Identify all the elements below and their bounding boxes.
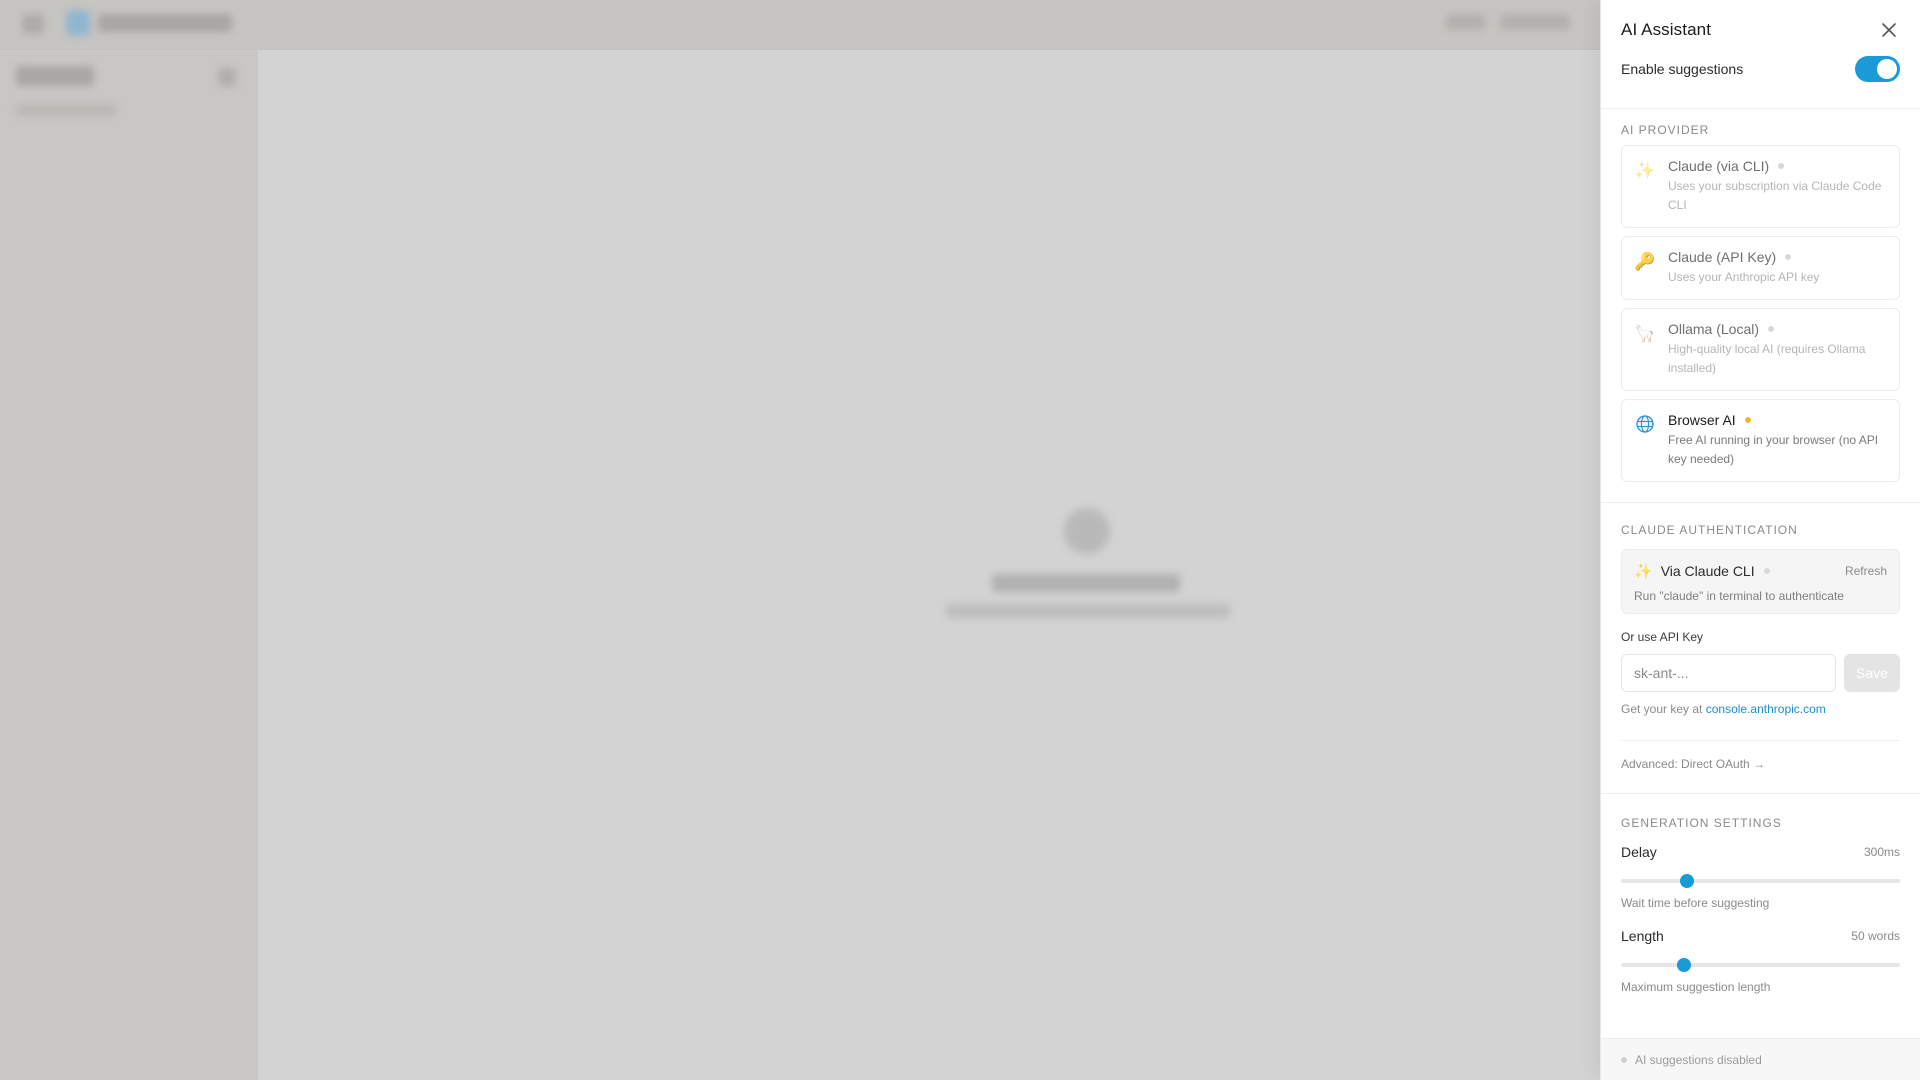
background-logo xyxy=(66,10,90,36)
background-app xyxy=(0,0,1600,1080)
status-dot xyxy=(1621,1056,1627,1063)
slider-thumb[interactable] xyxy=(1679,874,1694,888)
enable-suggestions-toggle[interactable] xyxy=(1855,56,1900,82)
provider-name: Browser AI xyxy=(1668,412,1736,428)
enable-suggestions-row: Enable suggestions xyxy=(1621,56,1900,82)
sparkles-icon: ✨ xyxy=(1634,563,1653,580)
console-link[interactable]: console.anthropic.com xyxy=(1706,702,1826,716)
background-empty-state-subtitle xyxy=(946,604,1230,618)
background-sidebar-subtitle xyxy=(16,104,116,116)
background-topbar xyxy=(0,0,1600,50)
api-key-input[interactable] xyxy=(1621,654,1836,692)
refresh-button[interactable]: Refresh xyxy=(1845,564,1887,578)
provider-name: Ollama (Local) xyxy=(1668,321,1760,337)
length-slider[interactable] xyxy=(1621,958,1900,972)
divider xyxy=(1621,740,1900,741)
panel-header: AI Assistant Enable suggestions xyxy=(1601,0,1920,109)
save-api-key-button[interactable]: Save xyxy=(1844,654,1900,692)
background-sidebar xyxy=(0,0,258,1080)
api-key-row: Save xyxy=(1621,654,1900,692)
section-title-claude-authentication: Claude Authentication xyxy=(1621,523,1798,537)
status-dot xyxy=(1785,254,1792,260)
status-text: AI suggestions disabled xyxy=(1635,1052,1762,1067)
background-toolbar-item xyxy=(1446,14,1486,30)
length-setting: Length 50 words Maximum suggestion lengt… xyxy=(1621,928,1900,994)
toggle-knob xyxy=(1877,59,1897,79)
llama-icon: 🦙 xyxy=(1634,324,1656,343)
generation-settings-section: Generation Settings Delay 300ms Wait tim… xyxy=(1601,794,1920,994)
advanced-oauth-link[interactable]: Advanced: Direct OAuth → xyxy=(1621,757,1765,771)
provider-option-browser-ai[interactable]: Browser AI Free AI running in your brows… xyxy=(1621,399,1900,482)
length-setting-row: Length 50 words xyxy=(1621,928,1900,944)
delay-slider[interactable] xyxy=(1621,874,1900,888)
delay-hint: Wait time before suggesting xyxy=(1621,896,1770,910)
delay-value: 300ms xyxy=(1863,845,1900,859)
status-dot xyxy=(1778,163,1785,169)
slider-thumb[interactable] xyxy=(1676,958,1691,972)
status-dot xyxy=(1763,568,1770,574)
background-empty-state-title xyxy=(992,574,1180,592)
section-title-ai-provider: AI Provider xyxy=(1621,123,1710,137)
status-bar: AI suggestions disabled xyxy=(1601,1038,1920,1080)
length-value: 50 words xyxy=(1851,929,1900,943)
globe-icon xyxy=(1634,414,1656,436)
status-dot-warning xyxy=(1744,417,1751,423)
api-key-hint: Get your key at console.anthropic.com xyxy=(1621,702,1900,716)
length-hint: Maximum suggestion length xyxy=(1621,980,1771,994)
background-add-icon xyxy=(218,68,236,86)
key-icon: 🔑 xyxy=(1634,252,1656,271)
provider-description: Uses your Anthropic API key xyxy=(1668,270,1820,284)
api-key-label: Or use API Key xyxy=(1621,630,1704,644)
api-key-hint-text: Get your key at xyxy=(1621,702,1703,716)
provider-option-claude-cli[interactable]: ✨ Claude (via CLI) Uses your subscriptio… xyxy=(1621,145,1900,228)
delay-label: Delay xyxy=(1621,844,1657,860)
globe-svg xyxy=(1636,415,1654,433)
auth-instructions: Run "claude" in terminal to authenticate xyxy=(1634,589,1844,603)
delay-setting: Delay 300ms Wait time before suggesting xyxy=(1621,844,1900,910)
provider-name-row: Claude (via CLI) xyxy=(1668,158,1887,174)
provider-option-claude-api-key[interactable]: 🔑 Claude (API Key) Uses your Anthropic A… xyxy=(1621,236,1900,300)
provider-description: High-quality local AI (requires Ollama i… xyxy=(1668,342,1866,375)
background-toolbar-item xyxy=(1500,14,1570,30)
length-label: Length xyxy=(1621,928,1664,944)
delay-setting-row: Delay 300ms xyxy=(1621,844,1900,860)
auth-method-label: Via Claude CLI xyxy=(1660,563,1755,579)
background-app-name xyxy=(98,14,232,32)
slider-track xyxy=(1621,963,1900,967)
provider-name-row: Ollama (Local) xyxy=(1668,321,1887,337)
status-dot xyxy=(1768,326,1775,332)
background-menu-icon xyxy=(22,14,44,34)
claude-authentication-section: Claude Authentication ✨ Via Claude CLI R… xyxy=(1601,503,1920,794)
background-empty-state-icon xyxy=(1064,508,1110,554)
close-button[interactable] xyxy=(1878,19,1900,41)
enable-suggestions-label: Enable suggestions xyxy=(1621,61,1744,77)
slider-track xyxy=(1621,879,1900,883)
section-title-generation-settings: Generation Settings xyxy=(1621,816,1782,830)
background-sidebar-title xyxy=(16,66,94,86)
close-icon xyxy=(1882,23,1896,37)
provider-name: Claude (via CLI) xyxy=(1668,158,1770,174)
provider-name-row: Claude (API Key) xyxy=(1668,249,1887,265)
provider-option-ollama-local[interactable]: 🦙 Ollama (Local) High-quality local AI (… xyxy=(1621,308,1900,391)
ai-assistant-panel: AI Assistant Enable suggestions AI Provi… xyxy=(1600,0,1920,1080)
provider-name-row: Browser AI xyxy=(1668,412,1887,428)
provider-description: Uses your subscription via Claude Code C… xyxy=(1668,179,1882,212)
panel-title: AI Assistant xyxy=(1621,20,1712,39)
ai-provider-section: AI Provider ✨ Claude (via CLI) Uses your… xyxy=(1601,109,1920,503)
provider-name: Claude (API Key) xyxy=(1668,249,1777,265)
provider-description: Free AI running in your browser (no API … xyxy=(1668,433,1879,466)
sparkles-icon: ✨ xyxy=(1634,161,1656,180)
auth-method-box: ✨ Via Claude CLI Refresh Run "claude" in… xyxy=(1621,549,1900,614)
